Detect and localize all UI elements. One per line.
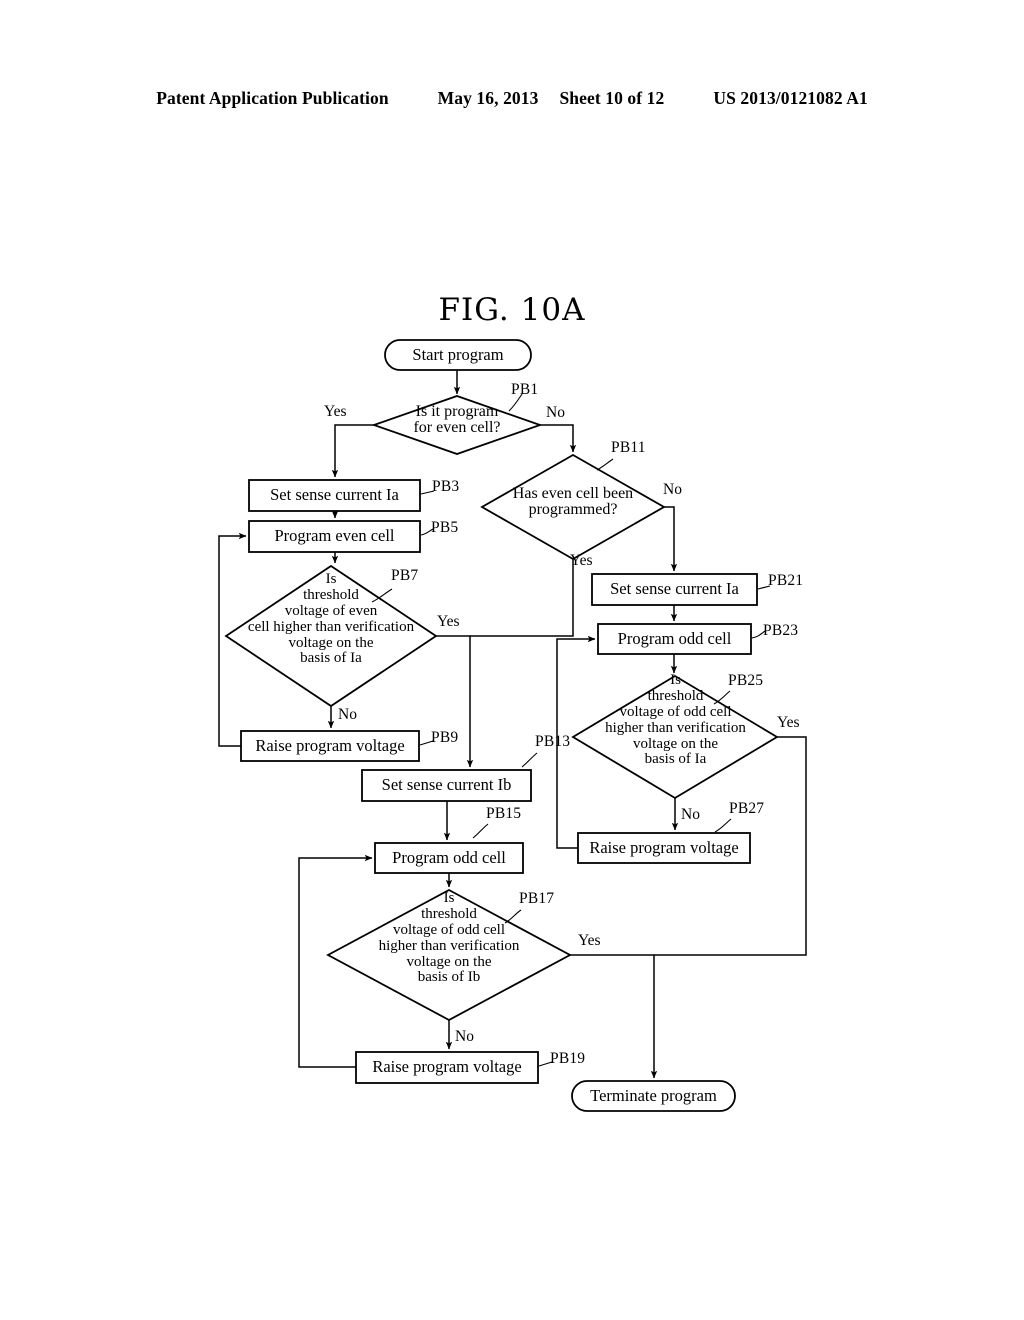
node-pb9-shape <box>240 730 420 762</box>
node-pb13-shape <box>361 769 532 802</box>
node-pb27-shape <box>577 832 751 864</box>
node-pb7-shape <box>224 564 438 708</box>
ref-label-pb11: PB11 <box>611 439 646 456</box>
node-pb3-shape <box>248 479 421 512</box>
node-pb25-shape <box>571 674 779 800</box>
ref-label-pb17: PB17 <box>519 890 555 907</box>
ref-label-pb5: PB5 <box>431 519 459 536</box>
ref-label-pb13: PB13 <box>535 733 571 750</box>
node-pb15-shape <box>374 842 524 874</box>
edge-label-pb11-no: No <box>663 481 682 498</box>
node-pb21-shape <box>591 573 758 606</box>
ref-label-pb27: PB27 <box>729 800 765 817</box>
flowchart-canvas <box>218 339 807 1112</box>
node-pb17-shape <box>326 888 572 1022</box>
edge-label-pb7-no: No <box>338 706 357 723</box>
edge-label-pb11-yes: Yes <box>570 552 593 569</box>
edge-label-pb17-yes: Yes <box>578 932 601 949</box>
node-pb5-shape <box>248 520 421 553</box>
edge-pb25-yes-down <box>654 736 807 956</box>
leader-pb27 <box>714 818 732 833</box>
node-pb11-shape <box>480 453 666 561</box>
ref-label-pb19: PB19 <box>550 1050 586 1067</box>
leader-pb25 <box>713 690 731 705</box>
flowchart-diagram: Start program Is it program for even cel… <box>0 0 1024 1320</box>
edge-pb1-no-to-pb11 <box>540 424 577 453</box>
leader-pb13 <box>521 752 538 768</box>
edge-pb11-no-to-pb21 <box>664 506 678 572</box>
node-pb19-shape <box>355 1051 539 1084</box>
edge-pb11-yes-down <box>470 559 574 637</box>
ref-label-pb7: PB7 <box>391 567 419 584</box>
node-end-shape <box>571 1080 736 1112</box>
ref-label-pb23: PB23 <box>763 622 799 639</box>
ref-label-pb15: PB15 <box>486 805 522 822</box>
edge-pb7-yes-to-pb13 <box>436 635 474 768</box>
edge-pb1-yes-to-pb3 <box>331 424 374 478</box>
node-start-shape <box>384 339 532 371</box>
ref-label-pb25: PB25 <box>728 672 764 689</box>
edge-label-pb7-yes: Yes <box>437 613 460 630</box>
ref-label-pb21: PB21 <box>768 572 804 589</box>
leader-pb17 <box>504 909 522 924</box>
edge-label-pb17-no: No <box>455 1028 474 1045</box>
leader-pb11 <box>596 458 614 471</box>
edge-label-pb1-yes: Yes <box>324 403 347 420</box>
edge-label-pb1-no: No <box>546 404 565 421</box>
edge-pb19-to-pb15-feedback <box>298 854 373 1068</box>
node-pb23-shape <box>597 623 752 655</box>
ref-label-pb3: PB3 <box>432 478 460 495</box>
ref-label-pb1: PB1 <box>511 381 539 398</box>
edge-label-pb25-yes: Yes <box>777 714 800 731</box>
ref-label-pb9: PB9 <box>431 729 459 746</box>
leader-pb15 <box>472 823 489 839</box>
edge-label-pb25-no: No <box>681 806 700 823</box>
